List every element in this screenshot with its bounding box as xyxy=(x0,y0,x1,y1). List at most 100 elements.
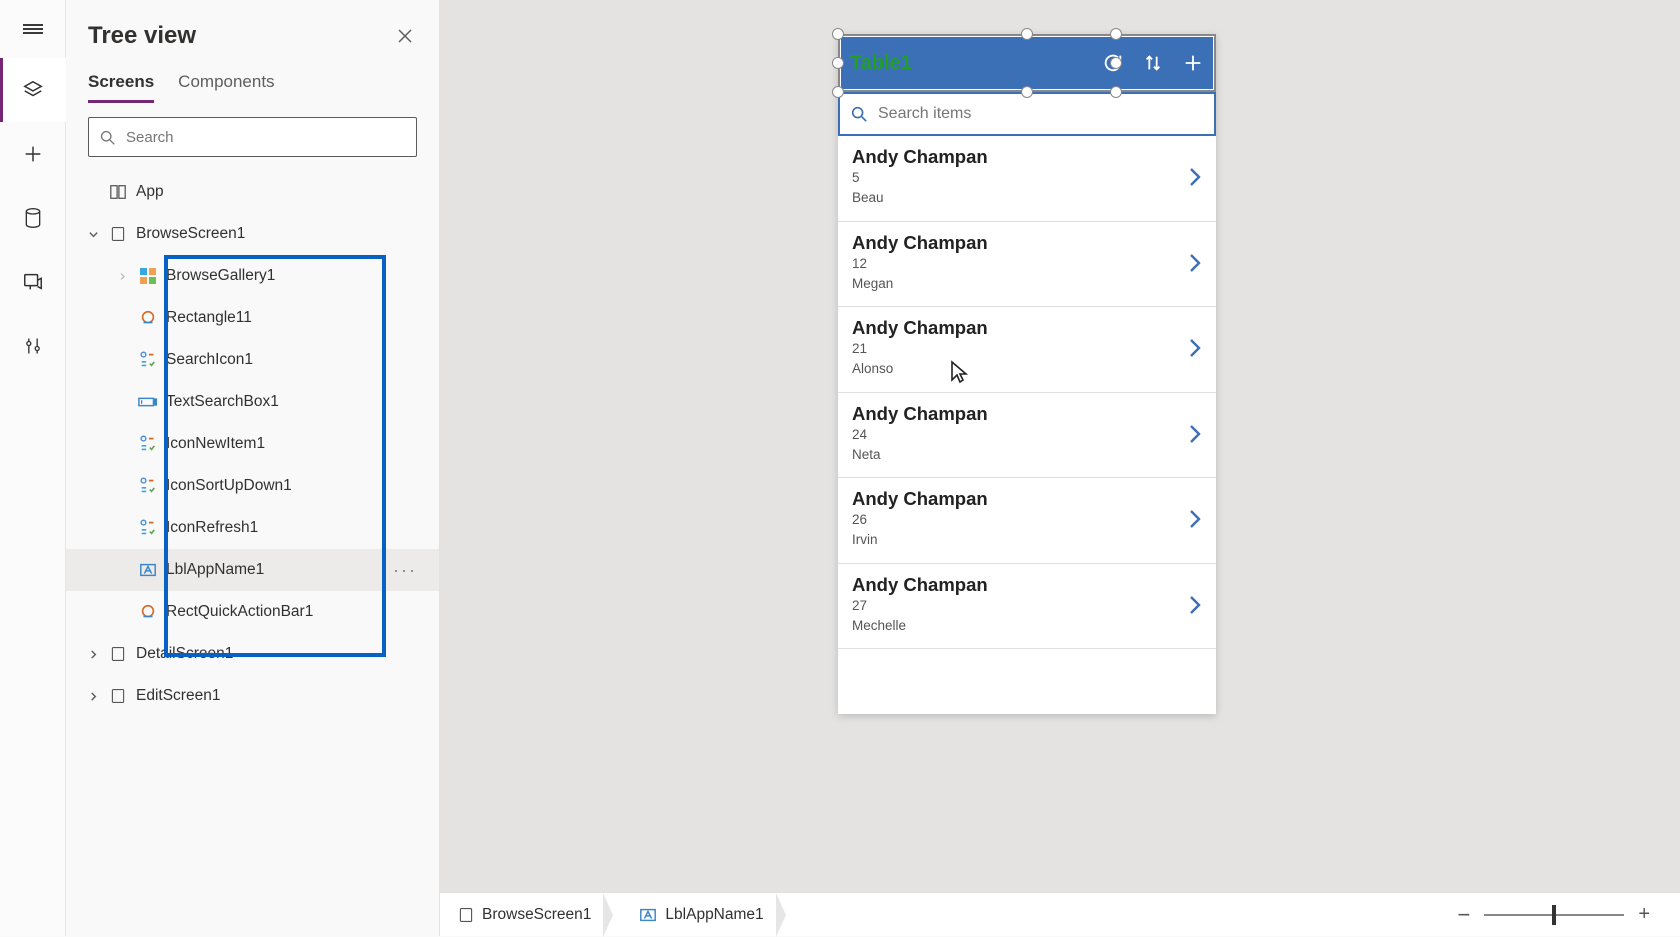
tree-node-label: SearchIcon1 xyxy=(166,351,253,369)
tree-view-rail-button[interactable] xyxy=(0,58,66,122)
tree-node-label: TextSearchBox1 xyxy=(166,393,279,411)
phone-preview: Table1 xyxy=(838,34,1216,714)
search-icon xyxy=(850,105,868,123)
resize-handle[interactable] xyxy=(1021,28,1033,40)
resize-handle[interactable] xyxy=(832,86,844,98)
item-line2: Beau xyxy=(852,188,1188,208)
screen-icon xyxy=(458,907,474,923)
gallery-item[interactable]: Andy Champan 12 Megan xyxy=(838,222,1216,308)
item-name: Andy Champan xyxy=(852,232,1188,254)
tree-item-selected[interactable]: LblAppName1 ··· xyxy=(66,549,439,591)
tree-item[interactable]: IconSortUpDown1 xyxy=(66,465,439,507)
phone-header: Table1 xyxy=(838,34,1216,92)
layers-icon xyxy=(22,79,44,101)
panel-title: Tree view xyxy=(88,22,196,50)
more-menu-button[interactable]: ··· xyxy=(393,560,417,581)
tree-item[interactable]: Rectangle11 xyxy=(66,297,439,339)
resize-handle[interactable] xyxy=(1110,57,1122,69)
insert-rail-button[interactable] xyxy=(0,122,66,186)
tree-item[interactable]: IconRefresh1 xyxy=(66,507,439,549)
tree-search-box[interactable] xyxy=(88,117,417,157)
media-icon xyxy=(22,271,44,293)
phone-title-label[interactable]: Table1 xyxy=(850,52,912,75)
screen-icon xyxy=(106,646,130,662)
close-panel-button[interactable] xyxy=(393,24,417,48)
item-name: Andy Champan xyxy=(852,488,1188,510)
tree-list: App BrowseScreen1 BrowseGallery1 xyxy=(66,167,439,936)
app-icon xyxy=(106,183,130,201)
chevron-right-icon xyxy=(118,272,136,281)
item-name: Andy Champan xyxy=(852,403,1188,425)
label-node-icon xyxy=(136,561,160,579)
chevron-right-icon xyxy=(1188,252,1202,274)
media-rail-button[interactable] xyxy=(0,250,66,314)
item-line1: 21 xyxy=(852,339,1188,359)
left-rail xyxy=(0,0,66,936)
zoom-controls: − + xyxy=(1457,902,1680,928)
zoom-slider[interactable] xyxy=(1484,914,1624,916)
tab-components[interactable]: Components xyxy=(178,72,274,103)
group-node-icon xyxy=(136,519,160,537)
hamburger-button[interactable] xyxy=(0,0,66,58)
phone-search-input[interactable] xyxy=(876,104,1204,124)
phone-search-box[interactable] xyxy=(838,92,1216,136)
chevron-right-icon xyxy=(1188,594,1202,616)
tree-item[interactable]: RectQuickActionBar1 xyxy=(66,591,439,633)
gallery-item[interactable]: Andy Champan 21 Alonso xyxy=(838,307,1216,393)
item-line1: 27 xyxy=(852,596,1188,616)
tree-node-label: LblAppName1 xyxy=(166,561,264,579)
new-item-button[interactable] xyxy=(1182,52,1204,74)
tree-item[interactable]: SearchIcon1 xyxy=(66,339,439,381)
zoom-out-button[interactable]: − xyxy=(1457,902,1470,928)
tree-view-panel: Tree view Screens Components App xyxy=(66,0,440,936)
plus-icon xyxy=(1182,52,1204,74)
search-icon xyxy=(99,129,116,146)
tree-search-input[interactable] xyxy=(124,128,406,147)
zoom-slider-thumb[interactable] xyxy=(1552,905,1556,925)
chevron-right-icon xyxy=(1188,166,1202,188)
data-rail-button[interactable] xyxy=(0,186,66,250)
item-line2: Neta xyxy=(852,445,1188,465)
tree-node-label: RectQuickActionBar1 xyxy=(166,603,313,621)
group-node-icon xyxy=(136,435,160,453)
chevron-right-icon xyxy=(1188,337,1202,359)
breadcrumb-label: BrowseScreen1 xyxy=(482,906,591,924)
tree-item[interactable]: TextSearchBox1 xyxy=(66,381,439,423)
gallery-item[interactable]: Andy Champan 27 Mechelle xyxy=(838,564,1216,650)
tree-node-label: DetailScreen1 xyxy=(136,645,233,663)
close-icon xyxy=(397,28,413,44)
sort-button[interactable] xyxy=(1142,52,1164,74)
resize-handle[interactable] xyxy=(832,28,844,40)
gallery-item[interactable]: Andy Champan 5 Beau xyxy=(838,136,1216,222)
zoom-in-button[interactable]: + xyxy=(1638,903,1650,926)
breadcrumb-item[interactable]: LblAppName1 xyxy=(621,906,785,924)
item-line1: 24 xyxy=(852,425,1188,445)
tree-detailscreen-node[interactable]: DetailScreen1 xyxy=(66,633,439,675)
tree-node-label: IconSortUpDown1 xyxy=(166,477,292,495)
tree-browsescreen-node[interactable]: BrowseScreen1 xyxy=(66,213,439,255)
tab-screens[interactable]: Screens xyxy=(88,72,154,103)
group-node-icon xyxy=(136,351,160,369)
group-node-icon xyxy=(136,477,160,495)
breadcrumb-item[interactable]: BrowseScreen1 xyxy=(458,906,613,924)
tree-item[interactable]: BrowseGallery1 xyxy=(66,255,439,297)
resize-handle[interactable] xyxy=(1110,86,1122,98)
sliders-icon xyxy=(23,335,43,357)
screen-icon xyxy=(106,226,130,242)
resize-handle[interactable] xyxy=(1021,86,1033,98)
gallery-item[interactable]: Andy Champan 26 Irvin xyxy=(838,478,1216,564)
chevron-right-icon xyxy=(1188,423,1202,445)
breadcrumb-label: LblAppName1 xyxy=(665,906,763,924)
tree-app-node[interactable]: App xyxy=(66,171,439,213)
item-line2: Mechelle xyxy=(852,616,1188,636)
chevron-down-icon xyxy=(88,229,106,240)
resize-handle[interactable] xyxy=(832,57,844,69)
tree-node-label: Rectangle11 xyxy=(166,309,252,327)
gallery[interactable]: Andy Champan 5 Beau Andy Champan 12 Mega… xyxy=(838,136,1216,714)
design-canvas[interactable]: Table1 xyxy=(440,0,1680,936)
settings-rail-button[interactable] xyxy=(0,314,66,378)
tree-editscreen-node[interactable]: EditScreen1 xyxy=(66,675,439,717)
tree-item[interactable]: IconNewItem1 xyxy=(66,423,439,465)
resize-handle[interactable] xyxy=(1110,28,1122,40)
gallery-item[interactable]: Andy Champan 24 Neta xyxy=(838,393,1216,479)
